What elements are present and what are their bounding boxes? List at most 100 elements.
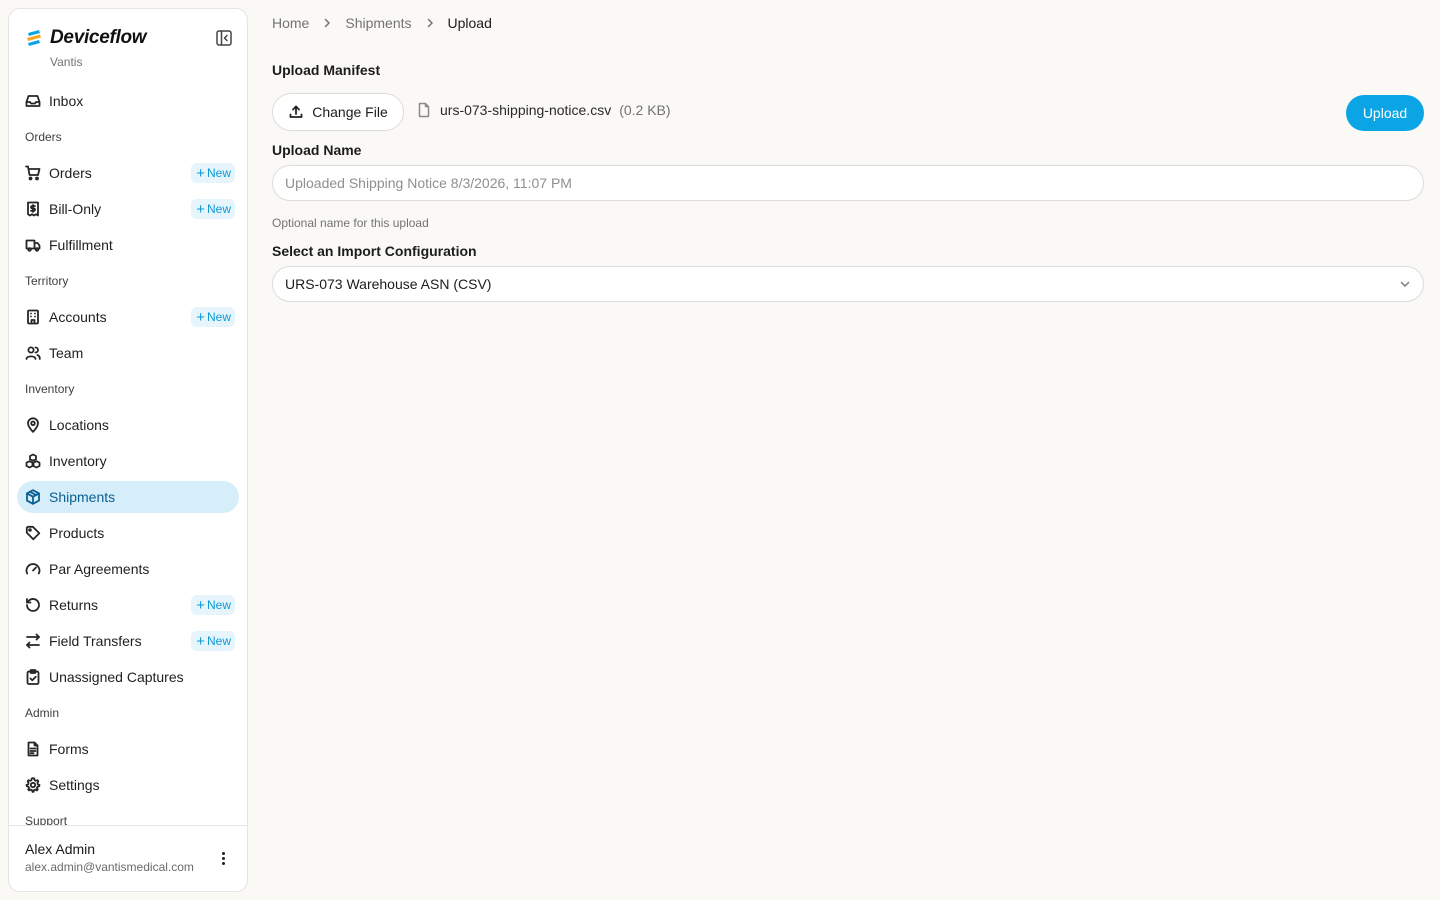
file-icon: [418, 102, 430, 118]
sidebar: Deviceflow Vantis Inbox Orders Orders + New B…: [8, 8, 248, 892]
sidebar-item-label: Fulfillment: [49, 237, 113, 253]
sidebar-item-label: Unassigned Captures: [49, 669, 184, 685]
clipboard-check-icon: [25, 669, 41, 685]
selected-file: urs-073-shipping-notice.csv (0.2 KB): [416, 102, 671, 118]
section-label-orders: Orders: [25, 130, 62, 144]
gear-icon: [25, 777, 41, 793]
sidebar-item-returns[interactable]: Returns + New: [17, 589, 239, 621]
sidebar-item-settings[interactable]: Settings: [17, 769, 239, 801]
sidebar-item-label: Inbox: [49, 93, 84, 109]
sidebar-item-label: Orders: [49, 165, 92, 181]
users-icon: [25, 345, 41, 361]
breadcrumb: Home Shipments Upload: [272, 15, 492, 31]
chevron-down-icon: [1400, 281, 1410, 287]
new-bill-only-button[interactable]: + New: [191, 199, 235, 219]
sidebar-item-label: Shipments: [49, 489, 116, 505]
plus-icon: +: [196, 596, 205, 614]
change-file-button[interactable]: Change File: [272, 93, 404, 131]
file-name: urs-073-shipping-notice.csv: [440, 102, 612, 118]
sidebar-item-accounts[interactable]: Accounts + New: [17, 301, 239, 333]
logo-icon: [27, 30, 41, 46]
user-footer: Alex Admin alex.admin@vantismedical.com: [9, 825, 247, 891]
new-orders-button[interactable]: + New: [191, 163, 235, 183]
new-label: New: [206, 598, 231, 612]
brand[interactable]: Deviceflow: [25, 27, 147, 49]
sidebar-item-label: Accounts: [49, 309, 107, 325]
building-icon: [25, 309, 41, 325]
plus-icon: +: [196, 200, 205, 218]
org-name: Vantis: [50, 55, 83, 69]
gauge-icon: [25, 561, 41, 577]
breadcrumb-shipments[interactable]: Shipments: [345, 15, 411, 31]
sidebar-item-team[interactable]: Team: [17, 337, 239, 369]
new-label: New: [206, 166, 231, 180]
new-label: New: [206, 634, 231, 648]
package-icon: [25, 489, 41, 505]
user-name: Alex Admin: [25, 841, 96, 857]
sidebar-item-label: Inventory: [49, 453, 107, 469]
new-accounts-button[interactable]: + New: [191, 307, 235, 327]
sidebar-item-shipments[interactable]: Shipments: [17, 481, 239, 513]
sidebar-item-label: Team: [49, 345, 84, 361]
upload-name-label: Upload Name: [272, 142, 362, 158]
sidebar-item-label: Bill-Only: [49, 201, 102, 217]
chevron-right-icon: [323, 18, 331, 28]
sidebar-item-label: Field Transfers: [49, 633, 142, 649]
tag-icon: [25, 525, 41, 541]
user-email: alex.admin@vantismedical.com: [25, 860, 194, 874]
cart-icon: [25, 165, 41, 181]
change-file-label: Change File: [312, 104, 388, 120]
sidebar-item-products[interactable]: Products: [17, 517, 239, 549]
map-pin-icon: [25, 417, 41, 433]
receipt-icon: [25, 201, 41, 217]
sidebar-item-inbox[interactable]: Inbox: [17, 85, 239, 117]
sidebar-item-label: Settings: [49, 777, 100, 793]
upload-button[interactable]: Upload: [1346, 95, 1424, 131]
rotate-ccw-icon: [25, 597, 41, 613]
boxes-icon: [25, 453, 41, 469]
sidebar-item-field-transfers[interactable]: Field Transfers + New: [17, 625, 239, 657]
file-size: (0.2 KB): [619, 102, 671, 118]
sidebar-item-forms[interactable]: Forms: [17, 733, 239, 765]
sidebar-item-unassigned-captures[interactable]: Unassigned Captures: [17, 661, 239, 693]
plus-icon: +: [196, 632, 205, 650]
new-returns-button[interactable]: + New: [191, 595, 235, 615]
upload-name-input[interactable]: [272, 165, 1424, 201]
sidebar-item-fulfillment[interactable]: Fulfillment: [17, 229, 239, 261]
sidebar-item-orders[interactable]: Orders + New: [17, 157, 239, 189]
truck-icon: [25, 237, 41, 253]
sidebar-item-label: Forms: [49, 741, 89, 757]
import-config-label: Select an Import Configuration: [272, 243, 477, 259]
arrows-left-right-icon: [25, 633, 41, 649]
upload-icon: [289, 105, 303, 118]
sidebar-item-inventory[interactable]: Inventory: [17, 445, 239, 477]
new-field-transfers-button[interactable]: + New: [191, 631, 235, 651]
plus-icon: +: [196, 164, 205, 182]
sidebar-nav: Inbox Orders Orders + New Bill-Only + New Fulfil…: [17, 85, 239, 841]
file-text-icon: [25, 741, 41, 757]
new-label: New: [206, 202, 231, 216]
inbox-icon: [25, 93, 41, 109]
breadcrumb-home[interactable]: Home: [272, 15, 309, 31]
chevron-right-icon: [426, 18, 434, 28]
brand-name: Deviceflow: [50, 27, 147, 48]
upload-name-hint: Optional name for this upload: [272, 216, 429, 230]
sidebar-item-bill-only[interactable]: Bill-Only + New: [17, 193, 239, 225]
sidebar-item-label: Locations: [49, 417, 109, 433]
more-options-icon[interactable]: [213, 848, 233, 868]
sidebar-collapse-icon[interactable]: [214, 28, 234, 48]
plus-icon: +: [196, 308, 205, 326]
section-label-territory: Territory: [25, 274, 69, 288]
section-label-admin: Admin: [25, 706, 60, 720]
import-config-select[interactable]: URS-073 Warehouse ASN (CSV): [272, 266, 1424, 302]
import-config-value: URS-073 Warehouse ASN (CSV): [285, 276, 492, 292]
breadcrumb-current: Upload: [447, 15, 492, 31]
new-label: New: [206, 310, 231, 324]
sidebar-item-label: Products: [49, 525, 105, 541]
section-label-inventory: Inventory: [25, 382, 75, 396]
sidebar-item-locations[interactable]: Locations: [17, 409, 239, 441]
sidebar-item-label: Returns: [49, 597, 99, 613]
sidebar-item-par-agreements[interactable]: Par Agreements: [17, 553, 239, 585]
upload-manifest-label: Upload Manifest: [272, 62, 381, 78]
sidebar-item-label: Par Agreements: [49, 561, 150, 577]
